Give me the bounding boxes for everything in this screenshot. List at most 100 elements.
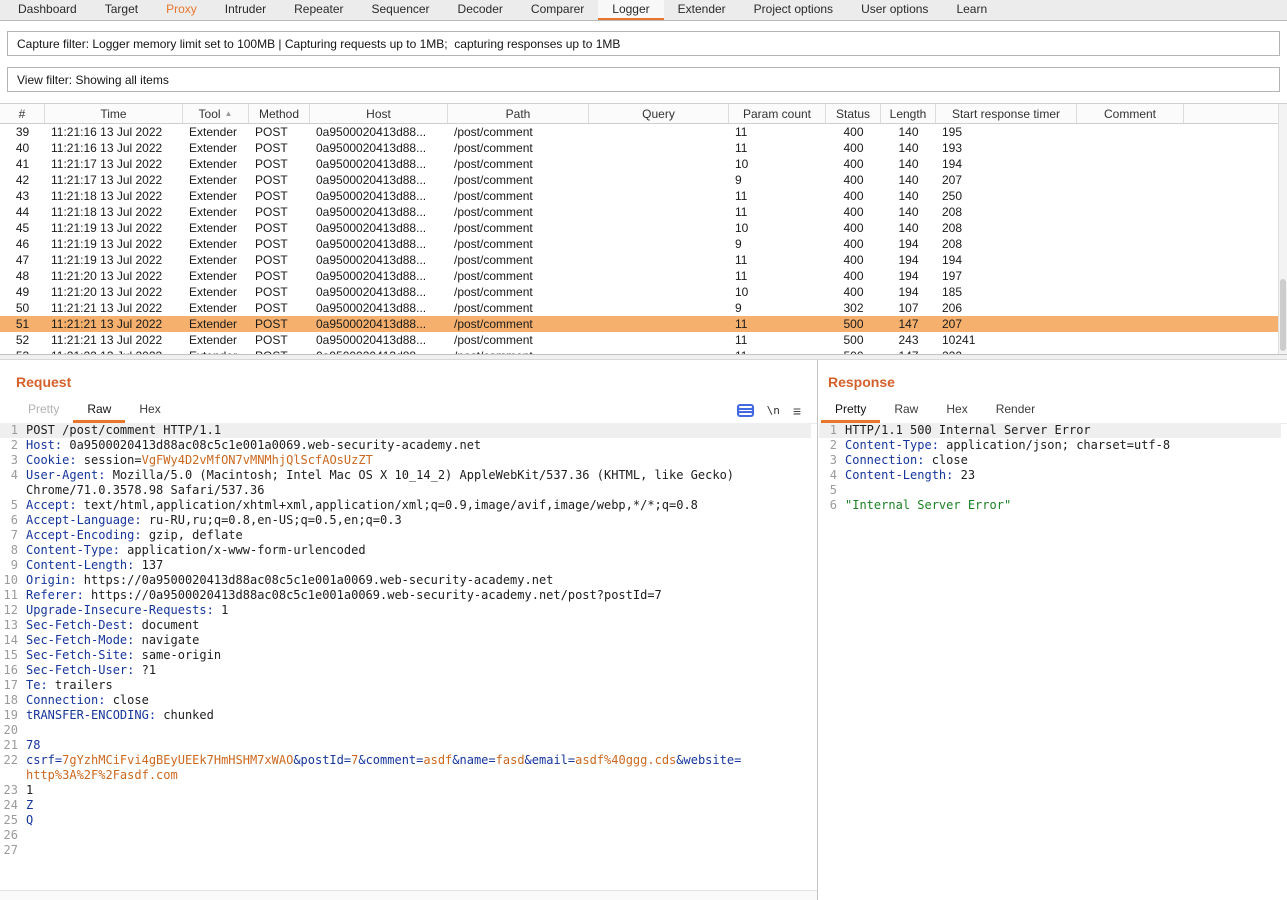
cell-num: 50 (0, 301, 45, 315)
table-row[interactable]: 4911:21:20 13 Jul 2022ExtenderPOST0a9500… (0, 284, 1287, 300)
cell-start-response-timer: 207 (936, 317, 1077, 331)
table-row[interactable]: 5211:21:21 13 Jul 2022ExtenderPOST0a9500… (0, 332, 1287, 348)
cell-host: 0a9500020413d88... (310, 253, 448, 267)
response-tab-pretty[interactable]: Pretty (821, 398, 880, 423)
column-header-tool[interactable]: Tool▲ (183, 104, 249, 123)
cell-status: 400 (826, 125, 881, 139)
newline-markers-icon[interactable]: \n (767, 404, 780, 417)
line-content: 1 (26, 783, 33, 798)
capture-filter-bar[interactable]: Capture filter: Logger memory limit set … (7, 31, 1280, 56)
tab-dashboard[interactable]: Dashboard (4, 0, 91, 20)
table-row[interactable]: 4211:21:17 13 Jul 2022ExtenderPOST0a9500… (0, 172, 1287, 188)
cell-status: 400 (826, 269, 881, 283)
cell-start-response-timer: 207 (936, 173, 1077, 187)
line-content: Accept: text/html,application/xhtml+xml,… (26, 498, 698, 513)
table-row[interactable]: 5011:21:21 13 Jul 2022ExtenderPOST0a9500… (0, 300, 1287, 316)
line-number: 4 (0, 468, 26, 498)
table-row[interactable]: 4111:21:17 13 Jul 2022ExtenderPOST0a9500… (0, 156, 1287, 172)
table-row[interactable]: 3911:21:16 13 Jul 2022ExtenderPOST0a9500… (0, 124, 1287, 140)
cell-status: 400 (826, 141, 881, 155)
response-tab-hex[interactable]: Hex (932, 398, 981, 423)
request-tab-raw[interactable]: Raw (73, 398, 125, 423)
request-tab-pretty[interactable]: Pretty (14, 398, 73, 423)
tab-logger[interactable]: Logger (598, 0, 663, 20)
cell-param-count: 9 (729, 173, 826, 187)
tab-decoder[interactable]: Decoder (444, 0, 517, 20)
column-header-start-response-timer[interactable]: Start response timer (936, 104, 1077, 123)
column-header-path[interactable]: Path (448, 104, 589, 123)
table-row[interactable]: 4311:21:18 13 Jul 2022ExtenderPOST0a9500… (0, 188, 1287, 204)
editor-menu-icon[interactable]: ≡ (793, 404, 801, 418)
cell-status: 500 (826, 317, 881, 331)
request-line-9: 9Content-Length: 137 (0, 558, 811, 573)
tab-comparer[interactable]: Comparer (517, 0, 598, 20)
line-number: 10 (0, 573, 26, 588)
tab-sequencer[interactable]: Sequencer (358, 0, 444, 20)
tab-extender[interactable]: Extender (664, 0, 740, 20)
table-row[interactable]: 4711:21:19 13 Jul 2022ExtenderPOST0a9500… (0, 252, 1287, 268)
log-table-header: #TimeTool▲MethodHostPathQuery Param count… (0, 103, 1287, 124)
cell-length: 107 (881, 301, 936, 315)
table-vertical-scrollbar[interactable] (1278, 104, 1287, 354)
cell-param-count: 11 (729, 269, 826, 283)
tab-proxy[interactable]: Proxy (152, 0, 211, 20)
table-row[interactable]: 4011:21:16 13 Jul 2022ExtenderPOST0a9500… (0, 140, 1287, 156)
cell-length: 140 (881, 205, 936, 219)
cell-length: 140 (881, 221, 936, 235)
column-header-length[interactable]: Length (881, 104, 936, 123)
column-header-status[interactable]: Status (826, 104, 881, 123)
tab-user-options[interactable]: User options (847, 0, 942, 20)
cell-length: 194 (881, 237, 936, 251)
response-editor[interactable]: 1HTTP/1.1 500 Internal Server Error2Cont… (819, 423, 1281, 888)
scrollbar-thumb[interactable] (1280, 279, 1286, 351)
request-tab-hex[interactable]: Hex (125, 398, 174, 423)
tab-target[interactable]: Target (91, 0, 152, 20)
request-line-8: 8Content-Type: application/x-www-form-ur… (0, 543, 811, 558)
cell-param-count: 11 (729, 333, 826, 347)
request-line-24: 24Z (0, 798, 811, 813)
cell-length: 140 (881, 189, 936, 203)
request-horizontal-scrollbar[interactable] (0, 890, 817, 900)
cell-time: 11:21:18 13 Jul 2022 (45, 205, 183, 219)
table-row-selected[interactable]: 5111:21:21 13 Jul 2022ExtenderPOST0a9500… (0, 316, 1287, 332)
table-row[interactable]: 4511:21:19 13 Jul 2022ExtenderPOST0a9500… (0, 220, 1287, 236)
response-tab-render[interactable]: Render (982, 398, 1049, 423)
response-line-2: 2Content-Type: application/json; charset… (819, 438, 1281, 453)
table-row[interactable]: 4411:21:18 13 Jul 2022ExtenderPOST0a9500… (0, 204, 1287, 220)
tab-intruder[interactable]: Intruder (211, 0, 280, 20)
column-header-query[interactable]: Query (589, 104, 729, 123)
cell-num: 49 (0, 285, 45, 299)
response-editor-tabs: PrettyRawHexRender (821, 398, 1287, 423)
request-line-12: 12Upgrade-Insecure-Requests: 1 (0, 603, 811, 618)
cell-param-count: 9 (729, 237, 826, 251)
table-row[interactable]: 4611:21:19 13 Jul 2022ExtenderPOST0a9500… (0, 236, 1287, 252)
word-wrap-icon[interactable] (737, 404, 754, 417)
tab-learn[interactable]: Learn (942, 0, 1001, 20)
column-header-comment[interactable]: Comment (1077, 104, 1184, 123)
tab-project-options[interactable]: Project options (740, 0, 847, 20)
column-header-method[interactable]: Method (249, 104, 310, 123)
tab-repeater[interactable]: Repeater (280, 0, 357, 20)
line-content: Accept-Encoding: gzip, deflate (26, 528, 243, 543)
cell-time: 11:21:16 13 Jul 2022 (45, 141, 183, 155)
cell-method: POST (249, 253, 310, 267)
cell-length: 194 (881, 253, 936, 267)
capture-filter-text: Capture filter: Logger memory limit set … (17, 37, 620, 51)
cell-tool: Extender (183, 317, 249, 331)
cell-length: 243 (881, 333, 936, 347)
column-header-num[interactable]: # (0, 104, 45, 123)
response-tab-raw[interactable]: Raw (880, 398, 932, 423)
cell-host: 0a9500020413d88... (310, 157, 448, 171)
column-header-time[interactable]: Time (45, 104, 183, 123)
line-content: csrf=7gYzhMCiFvi4gBEyUEEk7HmHSHM7xWAO&po… (26, 753, 760, 783)
column-label: Param count (743, 107, 811, 121)
view-filter-bar[interactable]: View filter: Showing all items (7, 67, 1280, 92)
line-number: 18 (0, 693, 26, 708)
cell-start-response-timer: 250 (936, 189, 1077, 203)
request-editor[interactable]: 1POST /post/comment HTTP/1.12Host: 0a950… (0, 423, 811, 888)
column-header-param-count[interactable]: Param count (729, 104, 826, 123)
column-header-host[interactable]: Host (310, 104, 448, 123)
cell-time: 11:21:16 13 Jul 2022 (45, 125, 183, 139)
request-panel-title: Request (16, 374, 71, 390)
table-row[interactable]: 4811:21:20 13 Jul 2022ExtenderPOST0a9500… (0, 268, 1287, 284)
